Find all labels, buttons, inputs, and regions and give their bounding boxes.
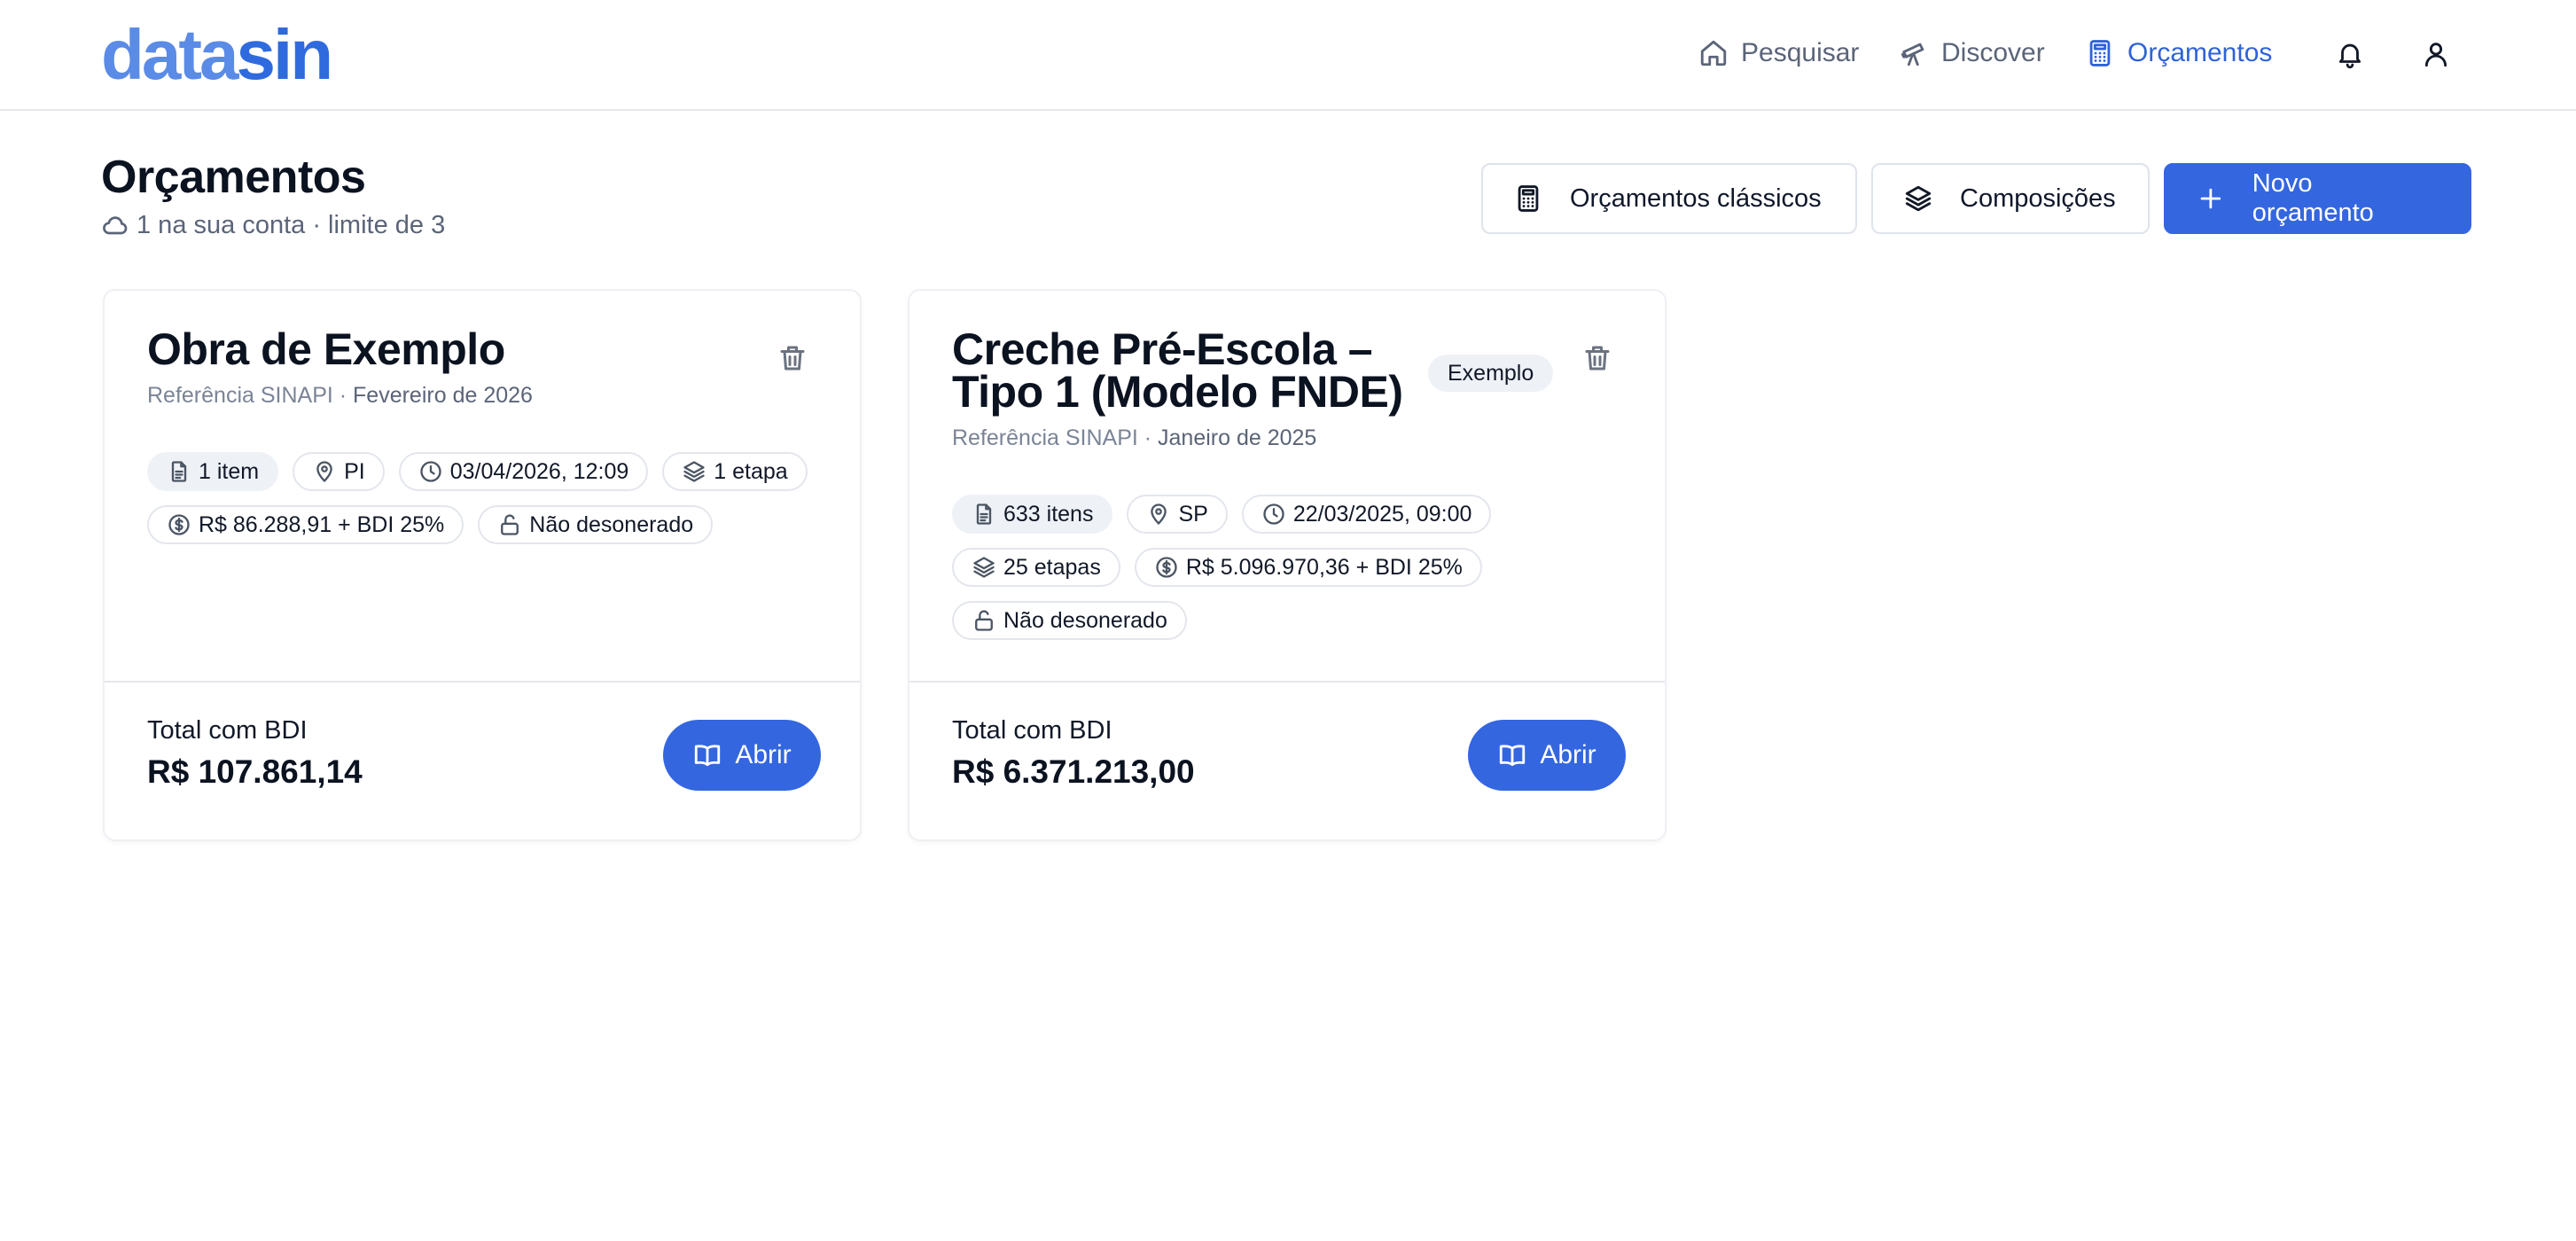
items-count-chip: 633 itens — [952, 495, 1113, 534]
book-open-icon — [1500, 745, 1526, 767]
map-pin-icon — [316, 461, 332, 482]
layers-icon — [1905, 185, 1932, 212]
trash-icon — [780, 346, 805, 371]
updated-at-chip: 22/03/2025, 09:00 — [1241, 495, 1492, 534]
chip-text: 25 etapas — [1003, 554, 1101, 580]
budget-title: Obra de Exemplo — [147, 324, 505, 374]
clock-icon — [1263, 503, 1284, 525]
notifications-button[interactable] — [2330, 34, 2370, 74]
clock-icon — [420, 461, 441, 482]
file-icon — [976, 503, 992, 525]
classic-budgets-label: Orçamentos clássicos — [1570, 183, 1822, 213]
account-usage-text: 1 na sua conta · limite de 3 — [137, 211, 446, 239]
top-header: datasin Pesquisar Discover Orçamentos — [0, 0, 2576, 111]
cloud-icon — [103, 215, 128, 234]
budget-title-line-2: Tipo 1 (Modelo FNDE) — [952, 367, 1403, 417]
dollar-circle-icon — [1156, 557, 1177, 578]
chip-text: 633 itens — [1003, 501, 1094, 527]
delete-budget-button[interactable] — [1581, 342, 1617, 378]
reference-date: Janeiro de 2025 — [1158, 425, 1317, 450]
budget-meta: 633 itens SP 22/03/2025, 09:00 25 etapas… — [952, 495, 1635, 640]
page-title: Orçamentos — [101, 152, 366, 203]
items-count-chip: 1 item — [147, 452, 279, 491]
budget-card[interactable]: Creche Pré-Escola – Tipo 1 (Modelo FNDE)… — [908, 289, 1667, 841]
total-value: R$ 107.861,14 — [147, 753, 363, 790]
plus-icon — [2200, 188, 2221, 209]
stages-chip: 25 etapas — [952, 548, 1120, 587]
stages-chip: 1 etapa — [662, 452, 808, 491]
budget-card[interactable]: Obra de Exemplo Referência SINAPI · Feve… — [103, 289, 862, 841]
total-label: Total com BDI — [952, 716, 1112, 745]
calculator-icon — [1518, 185, 1539, 212]
calculator-icon — [2089, 40, 2111, 66]
subtotal-chip: R$ 5.096.970,36 + BDI 25% — [1134, 548, 1482, 587]
trash-icon — [1585, 346, 1610, 371]
user-icon — [2424, 43, 2447, 67]
budget-reference: Referência SINAPI · Janeiro de 2025 — [952, 425, 1316, 451]
card-divider — [909, 681, 1665, 683]
new-budget-label: Novo orçamento — [2252, 169, 2374, 227]
file-icon — [171, 461, 187, 482]
unlock-icon — [975, 610, 993, 631]
bell-icon — [2338, 43, 2361, 69]
nav-label-discover: Discover — [1941, 38, 2045, 67]
budget-meta: 1 item PI 03/04/2026, 12:09 1 etapa R$ 8… — [147, 452, 830, 544]
nav-item-pesquisar[interactable]: Pesquisar — [1698, 34, 1859, 73]
open-budget-button[interactable]: Abrir — [663, 720, 821, 791]
account-usage: 1 na sua conta · limite de 3 — [101, 211, 445, 240]
telescope-icon — [1901, 43, 1924, 66]
account-button[interactable] — [2416, 34, 2456, 74]
budget-title: Creche Pré-Escola – Tipo 1 (Modelo FNDE) — [952, 324, 1403, 417]
card-divider — [105, 681, 860, 683]
dollar-circle-icon — [168, 514, 190, 535]
total-value: R$ 6.371.213,00 — [952, 753, 1195, 790]
budget-title-line-1: Creche Pré-Escola – — [952, 324, 1373, 374]
unlock-icon — [501, 514, 519, 535]
budget-reference: Referência SINAPI · Fevereiro de 2026 — [147, 383, 533, 409]
classic-budgets-button[interactable]: Orçamentos clássicos — [1481, 163, 1857, 234]
open-label: Abrir — [735, 740, 792, 769]
chip-text: 03/04/2026, 12:09 — [449, 458, 629, 484]
chip-text: Não desonerado — [1003, 607, 1167, 633]
updated-at-chip: 03/04/2026, 12:09 — [398, 452, 649, 491]
new-budget-button[interactable]: Novo orçamento — [2164, 163, 2471, 234]
open-budget-button[interactable]: Abrir — [1468, 720, 1626, 791]
reference-label: Referência SINAPI · — [147, 383, 354, 408]
home-icon — [1700, 40, 1727, 66]
chip-text: 22/03/2025, 09:00 — [1292, 501, 1472, 527]
example-badge: Exemplo — [1428, 355, 1554, 392]
subtotal-chip: R$ 86.288,91 + BDI 25% — [147, 505, 464, 544]
tax-status-chip: Não desonerado — [952, 601, 1187, 640]
chip-text: Não desonerado — [529, 511, 694, 537]
chip-text: 1 item — [199, 458, 260, 484]
delete-budget-button[interactable] — [777, 342, 812, 378]
nav-item-discover[interactable]: Discover — [1899, 34, 2045, 73]
total-label: Total com BDI — [147, 716, 308, 745]
tax-status-chip: Não desonerado — [478, 505, 714, 544]
open-label: Abrir — [1540, 740, 1596, 769]
book-open-icon — [695, 745, 721, 767]
chip-text: R$ 5.096.970,36 + BDI 25% — [1185, 554, 1463, 580]
chip-text: PI — [344, 458, 365, 484]
compositions-button[interactable]: Composições — [1871, 163, 2150, 234]
compositions-label: Composições — [1960, 183, 2116, 213]
map-pin-icon — [1151, 503, 1167, 525]
state-chip: SP — [1127, 495, 1228, 534]
chip-text: 1 etapa — [714, 458, 788, 484]
logo-text-sin: sin — [236, 15, 334, 94]
nav-label-orcamentos: Orçamentos — [2127, 38, 2273, 67]
layers-icon — [973, 557, 995, 578]
layers-icon — [683, 461, 705, 482]
logo-text-data: data — [101, 15, 238, 94]
reference-label: Referência SINAPI · — [952, 425, 1159, 450]
chip-text: SP — [1178, 501, 1208, 527]
nav-item-orcamentos[interactable]: Orçamentos — [2085, 34, 2272, 73]
reference-date: Fevereiro de 2026 — [353, 383, 533, 408]
state-chip: PI — [293, 452, 385, 491]
nav-label-pesquisar: Pesquisar — [1741, 38, 1860, 67]
datasin-logo[interactable]: datasin — [101, 12, 334, 98]
chip-text: R$ 86.288,91 + BDI 25% — [199, 511, 445, 537]
